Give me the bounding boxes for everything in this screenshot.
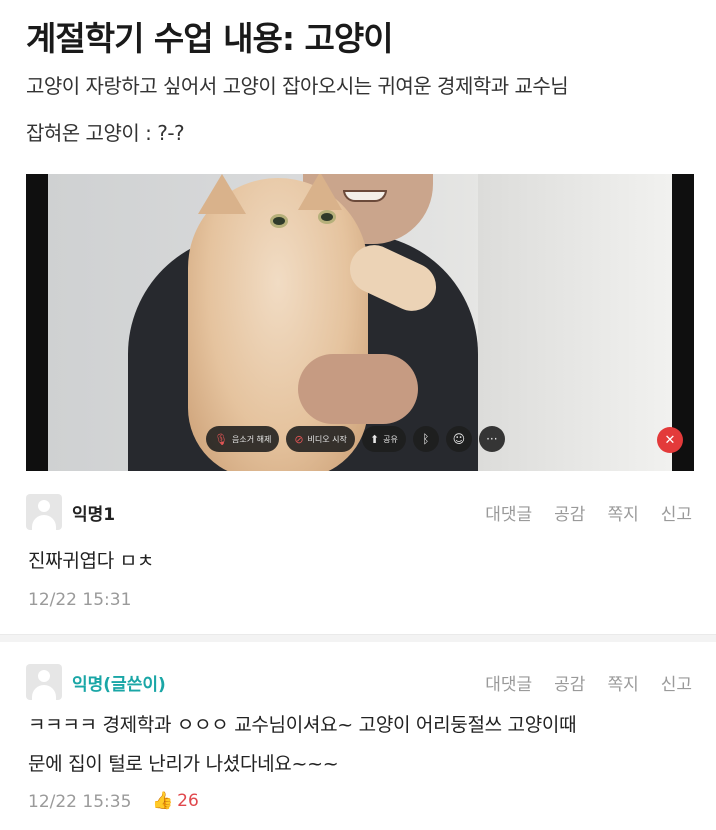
close-icon: ✕ (664, 432, 676, 448)
report-button[interactable]: 신고 (661, 500, 692, 525)
unmute-label: 음소거 해제 (231, 434, 272, 444)
post-title: 계절학기 수업 내용: 고양이 (26, 19, 394, 58)
comment-actions: 대댓글 공감 쪽지 신고 (485, 500, 692, 525)
cat-eye (318, 210, 336, 224)
post-body-line: 잡혀온 고양이 : ?-? (26, 121, 185, 145)
video-call-screenshot: 🎙 음소거 해제 ⊘ 비디오 시작 ⬆ 공유 ᛒ ☺ ··· ✕ (26, 174, 694, 471)
more-icon: ··· (486, 432, 498, 446)
reply-button[interactable]: 대댓글 (485, 500, 532, 525)
comment-body-line: ㅋㅋㅋㅋ 경제학과 ㅇㅇㅇ 교수님이셔요~ 고양이 어리둥절쓰 고양이때 (28, 714, 577, 736)
like-count-value: 26 (177, 791, 199, 811)
message-button[interactable]: 쪽지 (607, 500, 638, 525)
avatar (26, 494, 62, 530)
avatar (26, 664, 62, 700)
comment-body-line: 문에 집이 털로 난리가 나셨다네요~~~ (28, 753, 339, 775)
bluetooth-button[interactable]: ᛒ (412, 426, 439, 452)
start-video-button[interactable]: ⊘ 비디오 시작 (286, 426, 355, 452)
like-button[interactable]: 공감 (554, 670, 585, 695)
comment-timestamp: 12/22 15:31 (28, 590, 132, 610)
report-button[interactable]: 신고 (661, 670, 692, 695)
reply-button[interactable]: 대댓글 (485, 670, 532, 695)
thumbs-up-icon: 👍 (152, 791, 174, 811)
mic-off-icon: 🎙 (214, 432, 228, 446)
reaction-button[interactable]: ☺ (445, 426, 472, 452)
end-call-button[interactable]: ✕ (657, 427, 683, 453)
bluetooth-icon: ᛒ (422, 432, 430, 446)
post-body-line: 고양이 자랑하고 싶어서 고양이 잡아오시는 귀여운 경제학과 교수님 (26, 74, 569, 98)
like-button[interactable]: 공감 (554, 500, 585, 525)
comment-author-op: 익명(글쓴이) (72, 675, 166, 695)
comment-author: 익명1 (72, 505, 116, 525)
hand (298, 354, 418, 424)
comment-body: 진짜귀엽다 ㅁㅊ (28, 550, 155, 572)
share-button[interactable]: ⬆ 공유 (361, 426, 406, 452)
wall (478, 174, 672, 471)
cat-ear (198, 174, 246, 214)
comment-divider (0, 634, 716, 642)
share-label: 공유 (383, 434, 398, 444)
video-off-icon: ⊘ (294, 432, 304, 446)
unmute-button[interactable]: 🎙 음소거 해제 (206, 426, 280, 452)
cat-eye (270, 214, 288, 228)
comment-timestamp: 12/22 15:35 (28, 792, 132, 812)
share-icon: ⬆ (369, 432, 380, 446)
like-count: 👍 26 (152, 791, 199, 811)
message-button[interactable]: 쪽지 (607, 670, 638, 695)
person-smile (343, 190, 387, 202)
call-controls: 🎙 음소거 해제 ⊘ 비디오 시작 ⬆ 공유 ᛒ ☺ ··· (206, 426, 505, 452)
emoji-icon: ☺ (452, 432, 466, 446)
start-video-label: 비디오 시작 (307, 434, 347, 444)
cat-ear (298, 174, 342, 210)
comment-actions: 대댓글 공감 쪽지 신고 (485, 670, 692, 695)
more-button[interactable]: ··· (478, 426, 505, 452)
